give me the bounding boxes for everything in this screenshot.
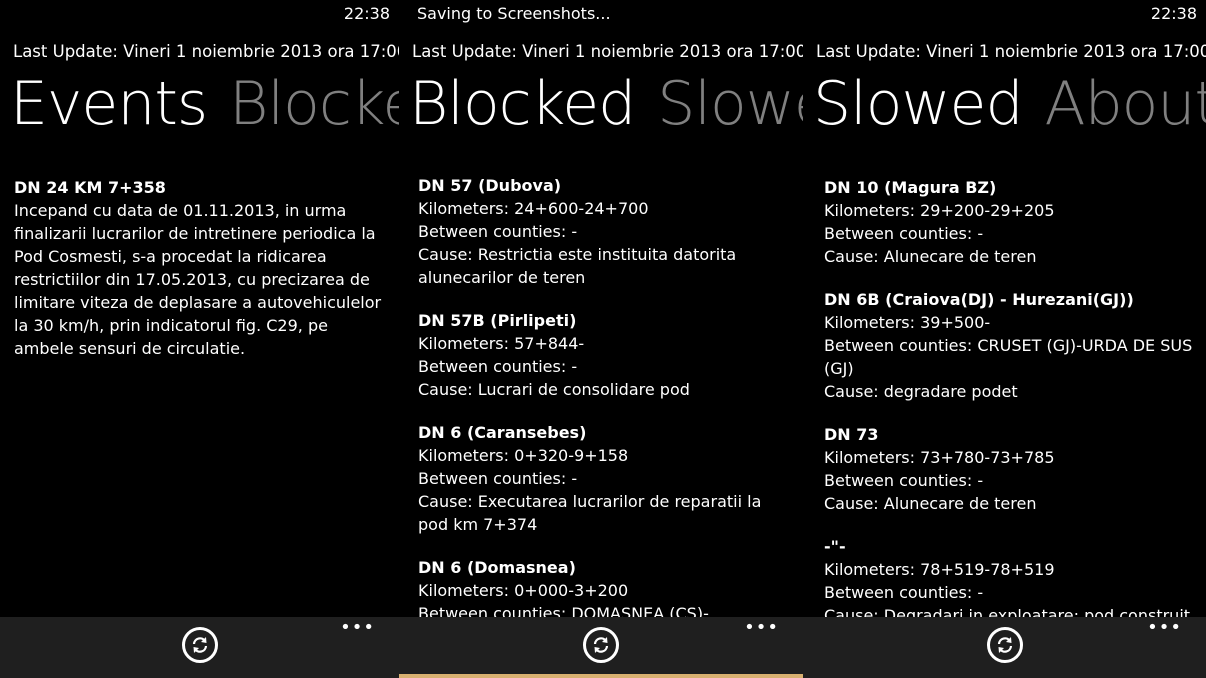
cause: Cause: Executarea lucrarilor de reparati… bbox=[418, 492, 762, 534]
status-time: 22:38 bbox=[343, 4, 390, 23]
kilometers: Kilometers: 39+500- bbox=[824, 313, 991, 332]
kilometers: Kilometers: 57+844- bbox=[418, 334, 585, 353]
more-options-button[interactable]: ••• bbox=[340, 619, 375, 637]
pivot-tab-slowed[interactable]: Slowed bbox=[657, 70, 803, 138]
pivot-tab-blocked[interactable]: Blocked bbox=[229, 70, 399, 138]
slowed-screen: 22:38 Last Update: Vineri 1 noiembrie 20… bbox=[803, 0, 1206, 678]
road-title: DN 10 (Magura BZ) bbox=[824, 178, 997, 197]
list-item[interactable]: DN 24 KM 7+358 Incepand cu data de 01.11… bbox=[14, 176, 389, 360]
more-options-button[interactable]: ••• bbox=[1147, 619, 1182, 637]
blocked-screen: Saving to Screenshots... Last Update: Vi… bbox=[399, 0, 803, 678]
more-options-button[interactable]: ••• bbox=[744, 619, 779, 637]
road-title: -"- bbox=[824, 537, 846, 556]
between-counties: Between counties: - bbox=[418, 222, 578, 241]
app-bar: ••• bbox=[0, 617, 399, 678]
pivot-tab-slowed[interactable]: Slowed bbox=[813, 70, 1024, 138]
status-bar: 22:38 bbox=[803, 0, 1206, 28]
app-bar: ••• bbox=[399, 617, 803, 678]
between-counties: Between counties: - bbox=[824, 224, 984, 243]
pivot-tab-about[interactable]: About bbox=[1045, 70, 1206, 138]
cause: Cause: degradare podet bbox=[824, 382, 1018, 401]
events-screen: 22:38 Last Update: Vineri 1 noiembrie 20… bbox=[0, 0, 399, 678]
road-title: DN 6 (Caransebes) bbox=[418, 423, 587, 442]
list-item[interactable]: DN 6 (Caransebes) Kilometers: 0+320-9+15… bbox=[418, 421, 793, 536]
kilometers: Kilometers: 0+000-3+200 bbox=[418, 581, 629, 600]
event-description: Incepand cu data de 01.11.2013, in urma … bbox=[14, 201, 382, 358]
cause: Cause: Lucrari de consolidare pod bbox=[418, 380, 690, 399]
pivot-tab-blocked[interactable]: Blocked bbox=[409, 70, 636, 138]
between-counties: Between counties: - bbox=[418, 469, 578, 488]
event-title: DN 24 KM 7+358 bbox=[14, 178, 166, 197]
list-item[interactable]: DN 73 Kilometers: 73+780-73+785 Between … bbox=[824, 423, 1196, 515]
pivot-header: Blocked Slowed bbox=[409, 70, 803, 138]
kilometers: Kilometers: 78+519-78+519 bbox=[824, 560, 1055, 579]
last-update-label: Last Update: Vineri 1 noiembrie 2013 ora… bbox=[13, 42, 399, 61]
refresh-button[interactable] bbox=[583, 627, 619, 663]
between-counties: Between counties: - bbox=[824, 583, 984, 602]
road-title: DN 6 (Domasnea) bbox=[418, 558, 576, 577]
kilometers: Kilometers: 73+780-73+785 bbox=[824, 448, 1055, 467]
last-update-label: Last Update: Vineri 1 noiembrie 2013 ora… bbox=[412, 42, 803, 61]
road-title: DN 6B (Craiova(DJ) - Hurezani(GJ)) bbox=[824, 290, 1134, 309]
cause: Cause: Restrictia este instituita datori… bbox=[418, 245, 737, 287]
cause: Cause: Alunecare de teren bbox=[824, 247, 1037, 266]
pivot-tab-events[interactable]: Events bbox=[10, 70, 208, 138]
list-item[interactable]: DN 57B (Pirlipeti) Kilometers: 57+844- B… bbox=[418, 309, 793, 401]
status-time: 22:38 bbox=[1150, 4, 1197, 23]
refresh-icon bbox=[593, 637, 609, 653]
list-item[interactable]: DN 57 (Dubova) Kilometers: 24+600-24+700… bbox=[418, 174, 793, 289]
refresh-icon bbox=[997, 637, 1012, 653]
list-item[interactable]: DN 10 (Magura BZ) Kilometers: 29+200-29+… bbox=[824, 176, 1196, 268]
road-title: DN 73 bbox=[824, 425, 879, 444]
kilometers: Kilometers: 24+600-24+700 bbox=[418, 199, 649, 218]
kilometers: Kilometers: 0+320-9+158 bbox=[418, 446, 629, 465]
status-bar: 22:38 bbox=[0, 0, 399, 28]
wallpaper-strip bbox=[399, 674, 803, 678]
between-counties: Between counties: - bbox=[824, 471, 984, 490]
kilometers: Kilometers: 29+200-29+205 bbox=[824, 201, 1055, 220]
app-bar: ••• bbox=[803, 617, 1206, 678]
refresh-button[interactable] bbox=[181, 627, 218, 663]
refresh-icon bbox=[192, 637, 207, 653]
blocked-list: DN 57 (Dubova) Kilometers: 24+600-24+700… bbox=[418, 174, 793, 668]
pivot-header: Events Blocked bbox=[10, 70, 399, 138]
road-title: DN 57 (Dubova) bbox=[418, 176, 562, 195]
between-counties: Between counties: CRUSET (GJ)-URDA DE SU… bbox=[824, 336, 1193, 378]
list-item[interactable]: DN 6B (Craiova(DJ) - Hurezani(GJ)) Kilom… bbox=[824, 288, 1196, 403]
status-message: Saving to Screenshots... bbox=[417, 4, 611, 23]
last-update-label: Last Update: Vineri 1 noiembrie 2013 ora… bbox=[816, 42, 1206, 61]
pivot-header: Slowed About bbox=[813, 70, 1206, 138]
slowed-list: DN 10 (Magura BZ) Kilometers: 29+200-29+… bbox=[824, 176, 1196, 670]
road-title: DN 57B (Pirlipeti) bbox=[418, 311, 577, 330]
refresh-button[interactable] bbox=[986, 627, 1023, 663]
status-bar: Saving to Screenshots... bbox=[399, 0, 803, 28]
events-list: DN 24 KM 7+358 Incepand cu data de 01.11… bbox=[14, 176, 389, 380]
cause: Cause: Alunecare de teren bbox=[824, 494, 1037, 513]
between-counties: Between counties: - bbox=[418, 357, 578, 376]
